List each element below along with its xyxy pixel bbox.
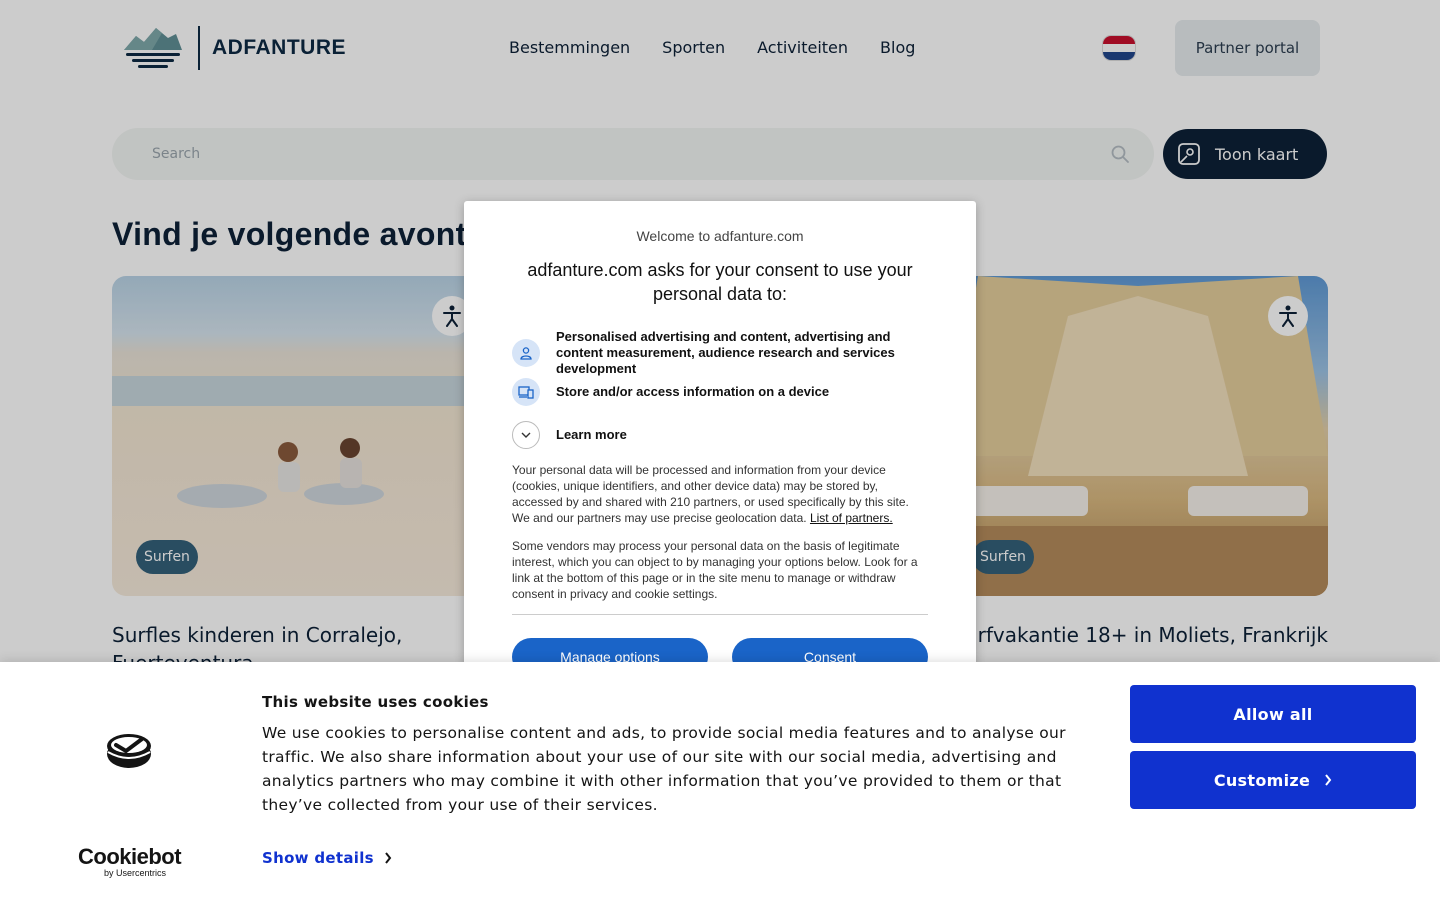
learn-more-toggle[interactable]: Learn more: [512, 421, 928, 449]
chevron-right-icon: [385, 852, 392, 864]
allow-all-button[interactable]: Allow all: [1130, 685, 1416, 743]
purpose-label: Personalised advertising and content, ad…: [556, 329, 895, 376]
show-details-label: Show details: [262, 849, 374, 867]
consent-paragraph-vendors: Some vendors may process your personal d…: [512, 539, 918, 601]
consent-paragraph-data: Your personal data will be processed and…: [512, 462, 928, 526]
chevron-right-icon: [1325, 774, 1332, 786]
purpose-label: Store and/or access information on a dev…: [556, 384, 830, 399]
cookiebot-brand-name: Cookiebot: [78, 844, 182, 869]
cookie-banner-title: This website uses cookies: [262, 693, 489, 711]
learn-more-label[interactable]: Learn more: [556, 427, 928, 443]
cookiebot-logo-icon: [107, 734, 151, 768]
consent-welcome: Welcome to adfanture.com: [636, 228, 804, 244]
customize-label: Customize: [1213, 770, 1311, 790]
purpose-store-access: Store and/or access information on a dev…: [512, 378, 928, 406]
chevron-down-icon[interactable]: [512, 421, 540, 449]
user-icon: [512, 339, 540, 367]
devices-icon: [512, 378, 540, 406]
divider: [512, 614, 928, 615]
purpose-personalised-ads: Personalised advertising and content, ad…: [512, 329, 928, 377]
consent-heading: adfanture.com asks for your consent to u…: [527, 260, 913, 304]
show-details-link[interactable]: Show details: [262, 849, 392, 867]
cookie-banner: Cookiebot by Usercentrics This website u…: [0, 662, 1440, 900]
cookie-banner-body: We use cookies to personalise content an…: [262, 724, 1066, 814]
consent-dialog: Welcome to adfanture.com adfanture.com a…: [464, 201, 976, 699]
list-of-partners-link[interactable]: List of partners.: [810, 511, 893, 525]
customize-button[interactable]: Customize: [1130, 751, 1416, 809]
cookiebot-brand[interactable]: Cookiebot by Usercentrics: [78, 844, 182, 878]
